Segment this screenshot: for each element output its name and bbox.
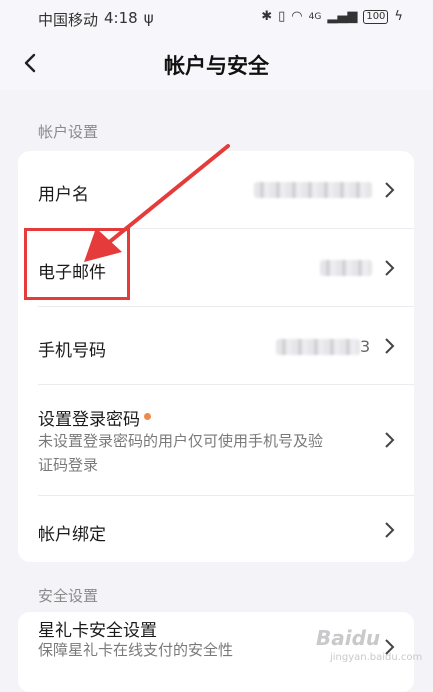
new-indicator-dot [144,412,151,420]
bluetooth-icon: ✱ [261,9,273,24]
account-settings-card: 用户名 电子邮件 手机号码 3 设置登录密码 未设置登录密码的用户仅可使用手机号… [18,151,414,562]
signal-icon: ▂▄▆ [327,9,358,24]
row-description: 保障星礼卡在线支付的安全性 [38,641,234,659]
status-left: 中国移动 4:18 ψ [38,9,154,30]
username-value-blurred [254,182,372,198]
row-label: 设置登录密码 [38,405,151,430]
row-username[interactable]: 用户名 [18,151,414,228]
chevron-right-icon [385,522,395,538]
network-type: 4G [308,11,322,22]
row-phone[interactable]: 手机号码 3 [18,307,414,384]
phone-value-blurred [276,339,360,355]
baidu-watermark: Baidu [316,626,381,650]
row-account-binding[interactable]: 帐户绑定 [18,496,414,562]
usb-icon: ψ [143,9,154,27]
row-login-password[interactable]: 设置登录密码 未设置登录密码的用户仅可使用手机号及验证码登录 [18,385,414,495]
status-bar: 中国移动 4:18 ψ ✱ ▯ ◠ 4G ▂▄▆ 100 ϟ [0,0,433,36]
phone-value-tail: 3 [360,337,371,356]
row-label: 帐户绑定 [38,525,106,545]
vibrate-icon: ▯ [278,9,286,24]
battery-indicator: 100 [363,9,389,24]
row-label: 用户名 [38,185,89,205]
page-title: 帐户与安全 [164,54,269,78]
watermark-url: jingyan.baidu.com [330,652,423,663]
wifi-icon: ◠ [291,9,303,24]
status-right: ✱ ▯ ◠ 4G ▂▄▆ 100 ϟ [261,9,403,24]
carrier-name: 中国移动 [38,11,99,29]
chevron-right-icon [385,182,395,198]
section-title-account: 帐户设置 [38,123,99,141]
chevron-right-icon [385,338,395,354]
chevron-right-icon [385,260,395,276]
charging-icon: ϟ [394,9,403,24]
highlight-box [24,228,130,300]
nav-bar: 帐户与安全 [0,36,433,90]
chevron-right-icon [385,432,395,448]
row-label: 手机号码 [38,341,106,361]
row-label-text: 设置登录密码 [38,410,140,430]
email-value-blurred [320,260,372,276]
row-description: 未设置登录密码的用户仅可使用手机号及验证码登录 [38,432,324,474]
section-title-security: 安全设置 [38,587,99,605]
clock: 4:18 [104,9,138,27]
